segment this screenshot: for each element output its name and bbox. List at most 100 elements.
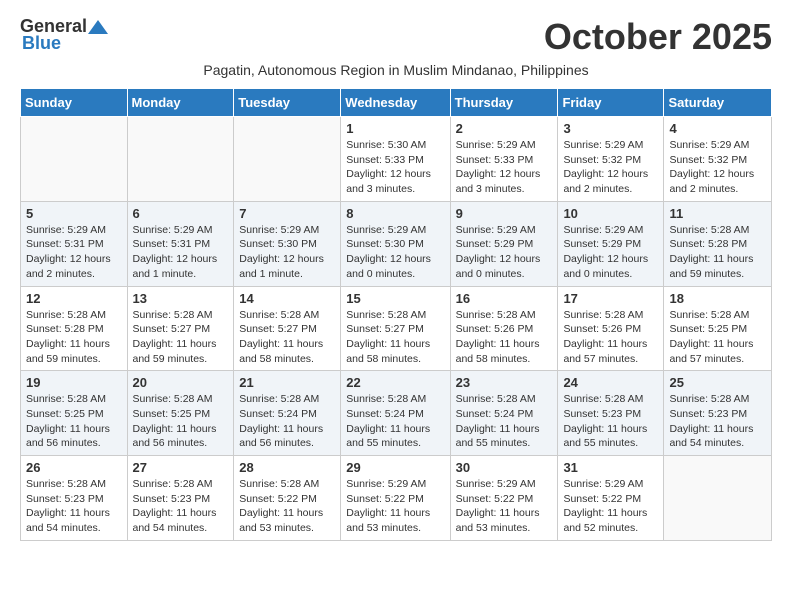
day-info: Sunrise: 5:28 AMSunset: 5:24 PMDaylight:… bbox=[239, 392, 335, 451]
calendar-cell: 5 Sunrise: 5:29 AMSunset: 5:31 PMDaylight… bbox=[21, 201, 128, 286]
calendar-cell: 12 Sunrise: 5:28 AMSunset: 5:28 PMDayligh… bbox=[21, 286, 128, 371]
day-number: 21 bbox=[239, 375, 335, 390]
day-info: Sunrise: 5:28 AMSunset: 5:25 PMDaylight:… bbox=[26, 392, 122, 451]
page-container: General Blue October 2025 Pagatin, Auton… bbox=[20, 16, 772, 541]
day-info: Sunrise: 5:29 AMSunset: 5:22 PMDaylight:… bbox=[346, 477, 444, 536]
logo: General Blue bbox=[20, 16, 109, 54]
day-info: Sunrise: 5:30 AMSunset: 5:33 PMDaylight:… bbox=[346, 138, 444, 197]
day-info: Sunrise: 5:28 AMSunset: 5:25 PMDaylight:… bbox=[133, 392, 229, 451]
calendar-cell: 7 Sunrise: 5:29 AMSunset: 5:30 PMDaylight… bbox=[234, 201, 341, 286]
day-number: 26 bbox=[26, 460, 122, 475]
day-info: Sunrise: 5:28 AMSunset: 5:23 PMDaylight:… bbox=[563, 392, 658, 451]
day-number: 20 bbox=[133, 375, 229, 390]
day-info: Sunrise: 5:28 AMSunset: 5:27 PMDaylight:… bbox=[133, 308, 229, 367]
day-number: 19 bbox=[26, 375, 122, 390]
day-number: 15 bbox=[346, 291, 444, 306]
calendar-cell: 18 Sunrise: 5:28 AMSunset: 5:25 PMDayligh… bbox=[664, 286, 772, 371]
day-number: 31 bbox=[563, 460, 658, 475]
day-info: Sunrise: 5:29 AMSunset: 5:33 PMDaylight:… bbox=[456, 138, 553, 197]
day-info: Sunrise: 5:28 AMSunset: 5:25 PMDaylight:… bbox=[669, 308, 766, 367]
day-number: 14 bbox=[239, 291, 335, 306]
day-number: 6 bbox=[133, 206, 229, 221]
day-info: Sunrise: 5:29 AMSunset: 5:30 PMDaylight:… bbox=[346, 223, 444, 282]
calendar-cell: 22 Sunrise: 5:28 AMSunset: 5:24 PMDayligh… bbox=[341, 371, 450, 456]
calendar-cell: 8 Sunrise: 5:29 AMSunset: 5:30 PMDaylight… bbox=[341, 201, 450, 286]
header: General Blue October 2025 bbox=[20, 16, 772, 58]
day-number: 11 bbox=[669, 206, 766, 221]
calendar-cell: 3 Sunrise: 5:29 AMSunset: 5:32 PMDaylight… bbox=[558, 117, 664, 202]
calendar-header-row: Sunday Monday Tuesday Wednesday Thursday… bbox=[21, 89, 772, 117]
col-monday: Monday bbox=[127, 89, 234, 117]
day-info: Sunrise: 5:28 AMSunset: 5:26 PMDaylight:… bbox=[563, 308, 658, 367]
calendar-cell: 14Sunrise: 5:28 AMSunset: 5:27 PMDayligh… bbox=[234, 286, 341, 371]
day-number: 3 bbox=[563, 121, 658, 136]
calendar-cell: 29 Sunrise: 5:29 AMSunset: 5:22 PMDayligh… bbox=[341, 456, 450, 541]
day-number: 5 bbox=[26, 206, 122, 221]
day-info: Sunrise: 5:29 AMSunset: 5:29 PMDaylight:… bbox=[563, 223, 658, 282]
day-number: 7 bbox=[239, 206, 335, 221]
day-info: Sunrise: 5:29 AMSunset: 5:30 PMDaylight:… bbox=[239, 223, 335, 282]
col-wednesday: Wednesday bbox=[341, 89, 450, 117]
calendar-cell: 23Sunrise: 5:28 AMSunset: 5:24 PMDayligh… bbox=[450, 371, 558, 456]
calendar-cell: 15Sunrise: 5:28 AMSunset: 5:27 PMDayligh… bbox=[341, 286, 450, 371]
calendar-cell: 28 Sunrise: 5:28 AMSunset: 5:22 PMDayligh… bbox=[234, 456, 341, 541]
day-number: 10 bbox=[563, 206, 658, 221]
month-title: October 2025 bbox=[544, 16, 772, 58]
day-number: 17 bbox=[563, 291, 658, 306]
day-info: Sunrise: 5:29 AMSunset: 5:29 PMDaylight:… bbox=[456, 223, 553, 282]
calendar-cell: 2 Sunrise: 5:29 AMSunset: 5:33 PMDaylight… bbox=[450, 117, 558, 202]
day-info: Sunrise: 5:29 AMSunset: 5:22 PMDaylight:… bbox=[456, 477, 553, 536]
calendar-cell: 25 Sunrise: 5:28 AMSunset: 5:23 PMDayligh… bbox=[664, 371, 772, 456]
day-info: Sunrise: 5:28 AMSunset: 5:28 PMDaylight:… bbox=[26, 308, 122, 367]
day-number: 22 bbox=[346, 375, 444, 390]
calendar-cell: 26 Sunrise: 5:28 AMSunset: 5:23 PMDayligh… bbox=[21, 456, 128, 541]
week-row-1: 1 Sunrise: 5:30 AMSunset: 5:33 PMDaylight… bbox=[21, 117, 772, 202]
day-info: Sunrise: 5:29 AMSunset: 5:31 PMDaylight:… bbox=[26, 223, 122, 282]
calendar-cell: 6 Sunrise: 5:29 AMSunset: 5:31 PMDaylight… bbox=[127, 201, 234, 286]
calendar-cell: 9Sunrise: 5:29 AMSunset: 5:29 PMDaylight… bbox=[450, 201, 558, 286]
calendar-cell bbox=[127, 117, 234, 202]
calendar-cell: 11Sunrise: 5:28 AMSunset: 5:28 PMDayligh… bbox=[664, 201, 772, 286]
day-number: 1 bbox=[346, 121, 444, 136]
day-info: Sunrise: 5:29 AMSunset: 5:32 PMDaylight:… bbox=[563, 138, 658, 197]
col-friday: Friday bbox=[558, 89, 664, 117]
day-number: 27 bbox=[133, 460, 229, 475]
col-sunday: Sunday bbox=[21, 89, 128, 117]
calendar-cell: 17 Sunrise: 5:28 AMSunset: 5:26 PMDayligh… bbox=[558, 286, 664, 371]
calendar-cell: 27 Sunrise: 5:28 AMSunset: 5:23 PMDayligh… bbox=[127, 456, 234, 541]
calendar-cell bbox=[21, 117, 128, 202]
day-number: 25 bbox=[669, 375, 766, 390]
col-tuesday: Tuesday bbox=[234, 89, 341, 117]
day-number: 23 bbox=[456, 375, 553, 390]
week-row-4: 19 Sunrise: 5:28 AMSunset: 5:25 PMDayligh… bbox=[21, 371, 772, 456]
calendar-cell: 24 Sunrise: 5:28 AMSunset: 5:23 PMDayligh… bbox=[558, 371, 664, 456]
day-number: 13 bbox=[133, 291, 229, 306]
week-row-5: 26 Sunrise: 5:28 AMSunset: 5:23 PMDayligh… bbox=[21, 456, 772, 541]
day-number: 18 bbox=[669, 291, 766, 306]
calendar-cell bbox=[664, 456, 772, 541]
logo-blue: Blue bbox=[22, 33, 61, 54]
day-info: Sunrise: 5:28 AMSunset: 5:22 PMDaylight:… bbox=[239, 477, 335, 536]
day-number: 24 bbox=[563, 375, 658, 390]
week-row-2: 5 Sunrise: 5:29 AMSunset: 5:31 PMDaylight… bbox=[21, 201, 772, 286]
day-number: 29 bbox=[346, 460, 444, 475]
day-number: 16 bbox=[456, 291, 553, 306]
day-info: Sunrise: 5:29 AMSunset: 5:31 PMDaylight:… bbox=[133, 223, 229, 282]
day-number: 4 bbox=[669, 121, 766, 136]
day-info: Sunrise: 5:28 AMSunset: 5:23 PMDaylight:… bbox=[133, 477, 229, 536]
calendar-cell: 10 Sunrise: 5:29 AMSunset: 5:29 PMDayligh… bbox=[558, 201, 664, 286]
day-number: 28 bbox=[239, 460, 335, 475]
calendar-cell: 4Sunrise: 5:29 AMSunset: 5:32 PMDaylight… bbox=[664, 117, 772, 202]
day-info: Sunrise: 5:28 AMSunset: 5:23 PMDaylight:… bbox=[669, 392, 766, 451]
day-info: Sunrise: 5:28 AMSunset: 5:24 PMDaylight:… bbox=[346, 392, 444, 451]
subtitle: Pagatin, Autonomous Region in Muslim Min… bbox=[20, 62, 772, 78]
day-number: 30 bbox=[456, 460, 553, 475]
calendar-cell: 19 Sunrise: 5:28 AMSunset: 5:25 PMDayligh… bbox=[21, 371, 128, 456]
calendar-cell: 21 Sunrise: 5:28 AMSunset: 5:24 PMDayligh… bbox=[234, 371, 341, 456]
day-info: Sunrise: 5:28 AMSunset: 5:23 PMDaylight:… bbox=[26, 477, 122, 536]
week-row-3: 12 Sunrise: 5:28 AMSunset: 5:28 PMDayligh… bbox=[21, 286, 772, 371]
calendar-cell: 20 Sunrise: 5:28 AMSunset: 5:25 PMDayligh… bbox=[127, 371, 234, 456]
day-number: 12 bbox=[26, 291, 122, 306]
day-number: 2 bbox=[456, 121, 553, 136]
day-number: 8 bbox=[346, 206, 444, 221]
